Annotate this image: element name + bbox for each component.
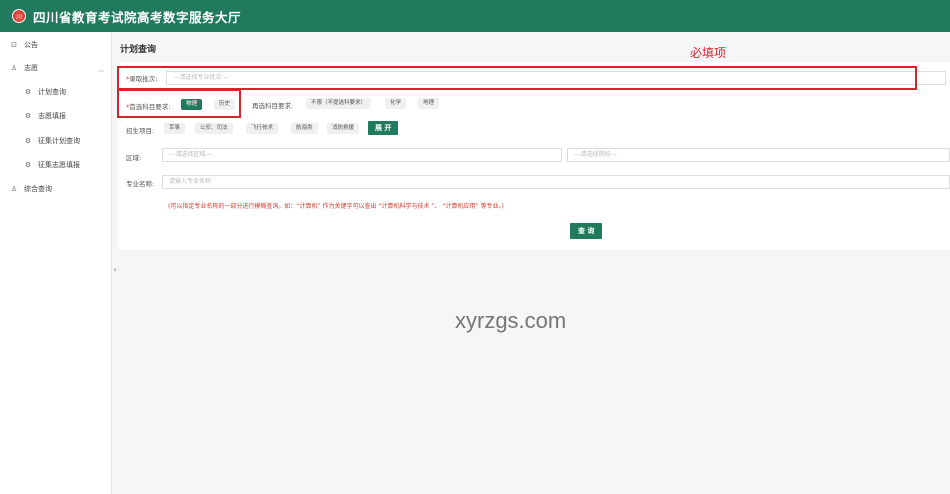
sidebar-item-label: 志愿 xyxy=(24,64,38,72)
option-marine[interactable]: 航海类 xyxy=(291,123,318,134)
second-subject-label: 再选科目要求: xyxy=(252,102,294,110)
program-label: 招生项目: xyxy=(126,127,155,135)
sidebar-item-label: 公告 xyxy=(24,41,38,49)
app-title: 四川省教育考试院高考数字服务大厅 xyxy=(33,9,242,25)
sidebar-item-plan-query[interactable]: ⚙ 计划查询 xyxy=(24,87,66,97)
user-icon: ♙ xyxy=(10,185,18,193)
major-label: 专业名称: xyxy=(126,180,155,188)
major-input[interactable]: 请输入专业名称 xyxy=(162,175,950,189)
option-flight[interactable]: 飞行技术 xyxy=(246,123,279,134)
sidebar-item-supplement-fill[interactable]: ⚙ 征集志愿填报 xyxy=(24,160,80,170)
option-fire-rescue[interactable]: 消防救援 xyxy=(327,123,360,134)
option-unlimited[interactable]: 不限（不提选科要求） xyxy=(306,98,372,109)
school-select[interactable]: ---请选择院校--- xyxy=(567,148,950,162)
main-content: 计划查询 *录取批次: ---请选择专业批次--- *首选科目要求: 物理 历史… xyxy=(118,36,950,494)
option-chemistry[interactable]: 化学 xyxy=(385,98,407,109)
notice-icon: ⊡ xyxy=(11,41,17,49)
search-hint: (可以指定专业名称的一部分进行模糊查询。如：“计算机” 作为关键字可以查出 “计… xyxy=(168,203,504,210)
sidebar-item-label: 征集志愿填报 xyxy=(38,161,80,169)
sidebar-item-label: 综合查询 xyxy=(24,185,52,193)
logo-icon: 川 xyxy=(12,9,26,23)
sidebar-item-supplement-plan[interactable]: ⚙ 征集计划查询 xyxy=(24,136,80,146)
sidebar: ⊡ 公告 ♙ 志愿 ︿ ⚙ 计划查询 ⚙ 志愿填报 ⚙ 征集计划查询 ⚙ 征集志… xyxy=(0,32,112,494)
option-geography[interactable]: 地理 xyxy=(418,98,440,109)
sidebar-item-label: 计划查询 xyxy=(38,88,66,96)
user-icon: ♙ xyxy=(10,64,18,72)
sidebar-item-fill-volunteer[interactable]: ⚙ 志愿填报 xyxy=(24,111,66,121)
region-select[interactable]: ---请选择区域--- xyxy=(162,148,562,162)
sidebar-item-comprehensive[interactable]: ♙ 综合查询 xyxy=(10,184,52,194)
watermark: xyrzgs.com xyxy=(455,308,567,333)
page-title: 计划查询 xyxy=(120,45,157,55)
required-highlight-subject xyxy=(117,89,241,118)
top-bar: 川 四川省教育考试院高考数字服务大厅 xyxy=(0,0,950,32)
gear-icon: ⚙ xyxy=(24,137,32,145)
region-label: 区域: xyxy=(126,154,142,162)
chevron-up-icon[interactable]: ︿ xyxy=(98,65,104,74)
gear-icon: ⚙ xyxy=(24,161,32,169)
sidebar-item-volunteer[interactable]: ♙ 志愿 xyxy=(10,63,38,73)
expand-button[interactable]: 展 开 xyxy=(368,121,399,135)
sidebar-item-label: 征集计划查询 xyxy=(38,137,80,145)
option-police[interactable]: 公安、司法 xyxy=(195,123,233,134)
gear-icon: ⚙ xyxy=(24,88,32,96)
required-annotation: 必填项 xyxy=(690,46,727,60)
required-highlight-batch xyxy=(117,66,917,90)
gear-icon: ⚙ xyxy=(24,112,32,120)
option-military[interactable]: 军事 xyxy=(164,123,186,134)
query-form: *录取批次: ---请选择专业批次--- *首选科目要求: 物理 历史 再选科目… xyxy=(118,62,950,250)
query-button[interactable]: 查 询 xyxy=(570,223,603,239)
sidebar-item-notice[interactable]: ⊡ 公告 xyxy=(10,40,38,50)
sidebar-item-label: 志愿填报 xyxy=(38,112,66,120)
